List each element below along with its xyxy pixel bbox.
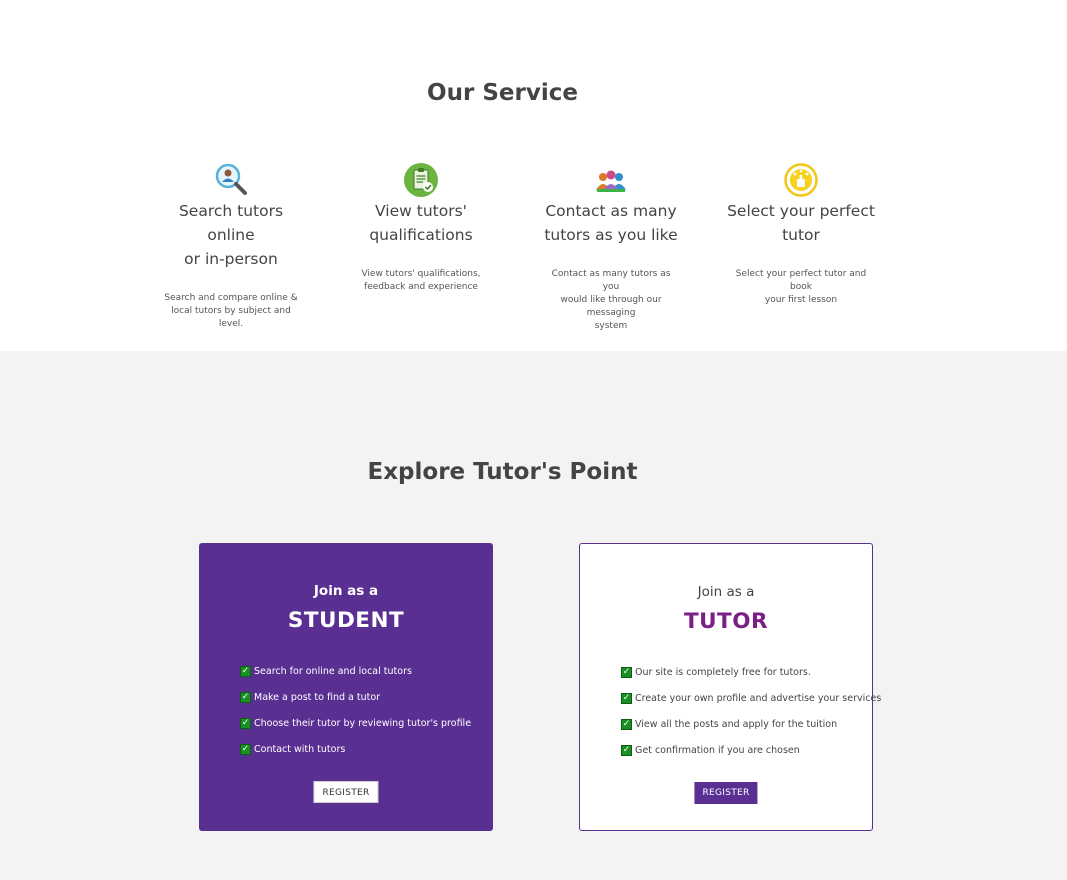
list-item: ✓ Contact with tutors <box>240 744 346 755</box>
checkbox-check-icon: ✓ <box>240 692 251 703</box>
join-student-card: Join as a STUDENT ✓ Search for online and… <box>199 543 493 831</box>
list-item: ✓ Choose their tutor by reviewing tutor's… <box>240 718 472 729</box>
checkbox-check-icon: ✓ <box>240 718 251 729</box>
list-item: ✓ Search for online and local tutors <box>240 666 412 677</box>
checkbox-check-icon: ✓ <box>621 745 632 756</box>
checkbox-check-icon: ✓ <box>621 667 632 678</box>
list-item: ✓ Get confirmation if you are chosen <box>621 745 800 756</box>
checkbox-check-icon: ✓ <box>240 666 251 677</box>
service-title-contact: Contact as many tutors as you like <box>544 202 678 244</box>
checkbox-check-icon: ✓ <box>240 744 251 755</box>
service-item-qualifications: View tutors' qualifications View tutors' … <box>346 163 496 294</box>
service-title-qualifications: View tutors' qualifications <box>369 202 473 244</box>
service-item-search: Search tutors online or in-person Search … <box>156 163 306 331</box>
list-item: ✓ Our site is completely free for tutors. <box>621 667 811 678</box>
join-as-label: Join as a <box>697 584 755 600</box>
service-item-contact: Contact as many tutors as you like Contac… <box>536 163 686 333</box>
service-item-select: Select your perfect tutor Select your per… <box>726 163 876 307</box>
checkbox-check-icon: ✓ <box>621 693 632 704</box>
join-as-label: Join as a <box>313 583 379 599</box>
student-role-heading: STUDENT <box>287 608 405 633</box>
explore-section: Explore Tutor's Point Join as a STUDENT … <box>0 351 1067 880</box>
tutor-role-heading: TUTOR <box>683 609 769 634</box>
checkbox-check-icon: ✓ <box>621 719 632 730</box>
explore-title: Explore Tutor's Point <box>367 459 638 485</box>
service-desc-qualifications: View tutors' qualifications, feedback and… <box>361 269 481 292</box>
tutor-register-button[interactable]: REGISTER <box>694 782 758 804</box>
list-item: ✓ Make a post to find a tutor <box>240 692 381 703</box>
student-feature-list: ✓ Search for online and local tutors ✓ Mak… <box>240 665 471 769</box>
search-person-icon <box>215 163 247 195</box>
list-item: ✓ Create your own profile and advertise y… <box>621 693 882 704</box>
list-item: ✓ View all the posts and apply for the tu… <box>621 719 838 730</box>
our-service-section: Our Service Search tutors online or in-pe… <box>0 0 1067 351</box>
service-desc-select: Select your perfect tutor and book your f… <box>735 269 867 305</box>
clipboard-check-icon <box>404 163 438 197</box>
service-title-search: Search tutors online or in-person <box>178 202 284 268</box>
our-service-title: Our Service <box>427 80 578 106</box>
join-tutor-card: Join as a TUTOR ✓ Our site is completely … <box>579 543 881 831</box>
student-register-button[interactable]: REGISTER <box>313 781 379 803</box>
tutor-feature-list: ✓ Our site is completely free for tutors.… <box>621 666 881 770</box>
people-group-icon <box>596 170 626 192</box>
selection-hand-icon <box>784 163 818 197</box>
service-desc-search: Search and compare online & local tutors … <box>164 293 298 329</box>
service-title-select: Select your perfect tutor <box>727 202 875 244</box>
service-desc-contact: Contact as many tutors as you would like … <box>551 269 671 331</box>
